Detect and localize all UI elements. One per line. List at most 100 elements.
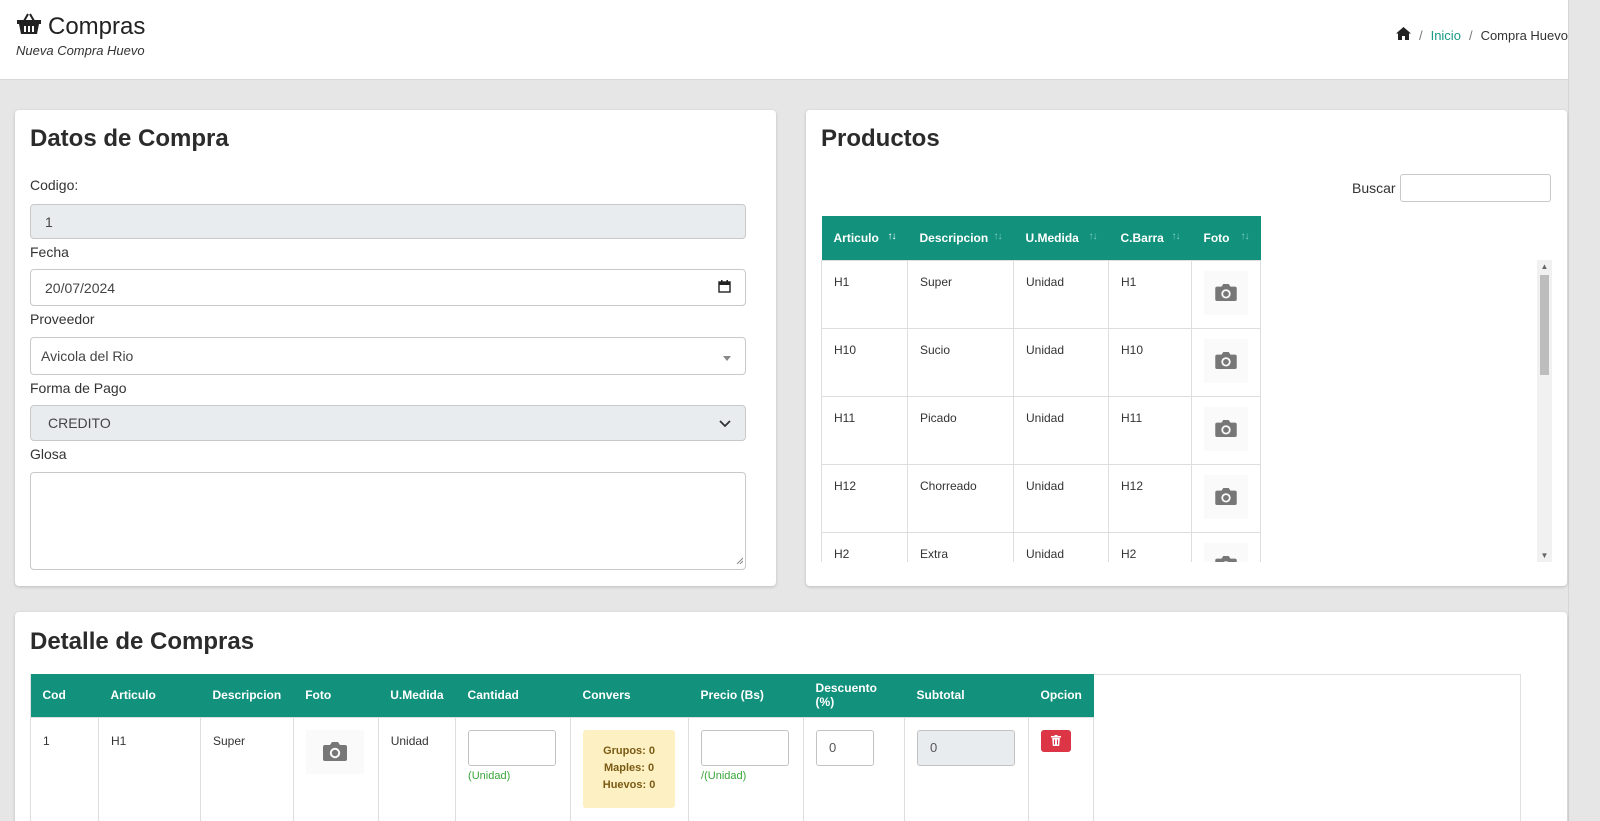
col-articulo: Articulo bbox=[98, 674, 201, 717]
table-row[interactable]: H2 Extra Unidad H2 bbox=[821, 531, 1261, 562]
product-photo bbox=[1204, 338, 1248, 383]
col-subtotal: Subtotal bbox=[904, 674, 1029, 717]
umedida-cell: Unidad bbox=[1013, 327, 1109, 397]
buscar-label: Buscar bbox=[1352, 180, 1396, 196]
table-row[interactable]: H1 Super Unidad H1 bbox=[821, 259, 1261, 329]
scrollbar-thumb[interactable] bbox=[1540, 275, 1549, 375]
col-convers: Convers bbox=[570, 674, 689, 717]
foto-cell bbox=[1191, 395, 1261, 465]
fecha-label: Fecha bbox=[30, 244, 69, 260]
col-foto[interactable]: Foto ↑↓ bbox=[1191, 216, 1261, 260]
table-row[interactable]: H10 Sucio Unidad H10 bbox=[821, 327, 1261, 397]
camera-icon bbox=[1215, 420, 1237, 437]
table-row[interactable]: H11 Picado Unidad H11 bbox=[821, 395, 1261, 465]
precio-input[interactable] bbox=[701, 729, 790, 766]
scroll-down-icon[interactable]: ▼ bbox=[1537, 551, 1552, 560]
opcion-cell bbox=[1028, 716, 1095, 821]
col-umedida[interactable]: U.Medida ↑↓ bbox=[1013, 216, 1109, 260]
camera-icon bbox=[322, 742, 347, 761]
proveedor-select[interactable]: Avicola del Rio bbox=[30, 337, 746, 375]
productos-table: Articulo ↑↓ Descripcion ↑↓ U.Medida ↑↓ C.Ba… bbox=[821, 216, 1261, 562]
forma-pago-select[interactable]: CREDITO bbox=[30, 405, 746, 441]
home-icon[interactable] bbox=[1395, 27, 1411, 43]
product-photo bbox=[1204, 474, 1248, 519]
cantidad-input[interactable] bbox=[468, 729, 557, 766]
col-descripcion: Descripcion bbox=[200, 674, 294, 717]
col-precio: Precio (Bs) bbox=[688, 674, 804, 717]
descuento-input[interactable]: 0 bbox=[816, 729, 875, 766]
col-cbarra[interactable]: C.Barra ↑↓ bbox=[1108, 216, 1192, 260]
cbarra-cell: H10 bbox=[1108, 327, 1192, 397]
detalle-table: Cod Articulo Descripcion Foto U.Medida C… bbox=[30, 674, 1095, 821]
proveedor-value: Avicola del Rio bbox=[41, 348, 134, 364]
window-scrollbar[interactable] bbox=[1568, 0, 1600, 821]
breadcrumb-separator: / bbox=[1418, 27, 1423, 43]
breadcrumb: / Inicio / Compra Huevo bbox=[1395, 27, 1568, 43]
page-title: Compras bbox=[16, 12, 145, 41]
product-photo bbox=[1204, 270, 1248, 315]
umedida-cell: Unidad bbox=[377, 716, 457, 821]
breadcrumb-home-link[interactable]: Inicio bbox=[1431, 28, 1461, 43]
scroll-up-icon[interactable]: ▲ bbox=[1537, 262, 1552, 271]
forma-pago-value: CREDITO bbox=[48, 415, 111, 431]
foto-cell bbox=[1191, 259, 1261, 329]
umedida-cell: Unidad bbox=[1013, 259, 1109, 329]
descripcion-cell: Chorreado bbox=[907, 463, 1014, 533]
col-descripcion[interactable]: Descripcion ↑↓ bbox=[907, 216, 1014, 260]
page-header: Compras Nueva Compra Huevo / Inicio / Co… bbox=[0, 0, 1600, 80]
calendar-icon[interactable] bbox=[718, 279, 731, 296]
page-subtitle: Nueva Compra Huevo bbox=[16, 43, 145, 58]
codigo-label: Codigo: bbox=[30, 177, 79, 193]
col-foto: Foto bbox=[293, 674, 379, 717]
cbarra-cell: H12 bbox=[1108, 463, 1192, 533]
trash-icon bbox=[1051, 735, 1062, 746]
cod-cell: 1 bbox=[30, 716, 99, 821]
descripcion-cell: Super bbox=[907, 259, 1014, 329]
productos-title: Productos bbox=[821, 125, 940, 152]
descripcion-cell: Super bbox=[200, 716, 294, 821]
fecha-field[interactable]: 20/07/2024 bbox=[30, 269, 746, 306]
datos-compra-card: Datos de Compra Codigo: 1 Fecha 20/07/20… bbox=[15, 110, 776, 586]
grupos-text: Grupos: 0 bbox=[603, 745, 656, 757]
buscar-input[interactable] bbox=[1400, 174, 1551, 202]
foto-cell bbox=[1191, 327, 1261, 397]
umedida-cell: Unidad bbox=[1013, 531, 1109, 562]
productos-card: Productos Buscar Articulo ↑↓ Descripcion ↑… bbox=[806, 110, 1567, 586]
descripcion-cell: Extra bbox=[907, 531, 1014, 562]
foto-cell bbox=[1191, 463, 1261, 533]
col-cantidad: Cantidad bbox=[455, 674, 571, 717]
cantidad-cell: (Unidad) bbox=[455, 716, 572, 821]
maples-text: Maples: 0 bbox=[603, 762, 655, 774]
subtotal-cell: 0 bbox=[904, 716, 1030, 821]
product-photo bbox=[305, 729, 364, 774]
productos-scrollbar[interactable]: ▲ ▼ bbox=[1537, 260, 1552, 562]
productos-table-scroll[interactable]: Articulo ↑↓ Descripcion ↑↓ U.Medida ↑↓ C.Ba… bbox=[821, 216, 1523, 562]
descripcion-cell: Picado bbox=[907, 395, 1014, 465]
col-opcion: Opcion bbox=[1028, 674, 1094, 717]
camera-icon bbox=[1215, 556, 1237, 562]
datos-compra-title: Datos de Compra bbox=[30, 125, 229, 152]
delete-button[interactable] bbox=[1041, 729, 1072, 752]
precio-hint: /(Unidad) bbox=[701, 769, 747, 782]
umedida-cell: Unidad bbox=[1013, 395, 1109, 465]
articulo-cell: H2 bbox=[821, 531, 908, 562]
cbarra-cell: H2 bbox=[1108, 531, 1192, 562]
glosa-label: Glosa bbox=[30, 446, 67, 462]
table-row[interactable]: H12 Chorreado Unidad H12 bbox=[821, 463, 1261, 533]
umedida-cell: Unidad bbox=[1013, 463, 1109, 533]
col-articulo[interactable]: Articulo ↑↓ bbox=[821, 216, 908, 260]
convers-cell: Grupos: 0 Maples: 0 Huevos: 0 bbox=[570, 716, 690, 821]
fecha-value: 20/07/2024 bbox=[45, 279, 116, 296]
cantidad-hint: (Unidad) bbox=[468, 769, 511, 782]
forma-pago-label: Forma de Pago bbox=[30, 380, 127, 396]
detalle-compras-card: Detalle de Compras Cod Articulo Descripc… bbox=[15, 612, 1567, 821]
table-row: 1 H1 Super Unidad (Unidad) Grupos: 0 Map bbox=[30, 716, 1095, 821]
detalle-compras-title: Detalle de Compras bbox=[30, 628, 255, 655]
camera-icon bbox=[1215, 488, 1237, 505]
codigo-value: 1 bbox=[45, 213, 53, 230]
glosa-textarea[interactable] bbox=[30, 472, 746, 570]
articulo-cell: H1 bbox=[98, 716, 201, 821]
proveedor-label: Proveedor bbox=[30, 311, 95, 327]
resize-handle-icon[interactable] bbox=[735, 551, 744, 567]
caret-down-icon bbox=[723, 348, 731, 364]
